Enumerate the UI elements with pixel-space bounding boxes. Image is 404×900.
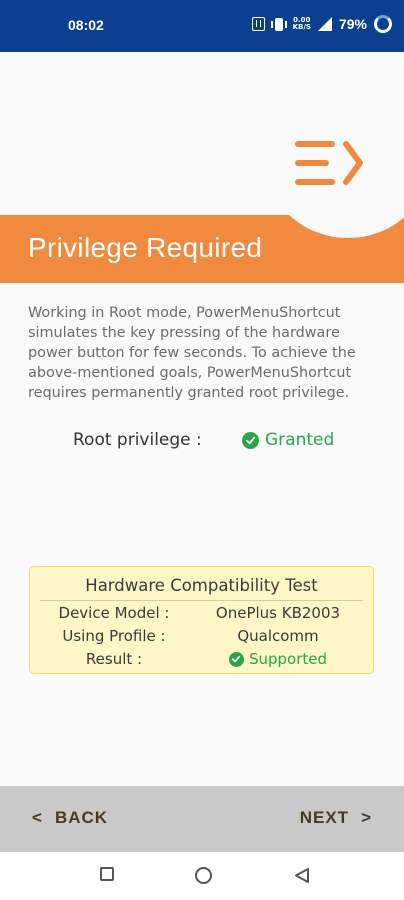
compatibility-card: Hardware Compatibility Test Device Model… <box>29 566 374 674</box>
nfc-icon <box>251 17 265 31</box>
menu-arrow-logo-icon <box>295 141 363 185</box>
home-icon[interactable] <box>195 867 212 884</box>
system-nav-bar <box>0 852 404 900</box>
recents-icon[interactable] <box>100 867 114 881</box>
next-arrow-icon: > <box>361 808 372 827</box>
back-button-label: BACK <box>54 808 109 827</box>
data-speed-indicator: 0.00 KB/S <box>293 17 311 31</box>
header-curve <box>268 215 404 238</box>
status-time: 08:02 <box>68 17 104 33</box>
status-bar: 08:02 0.00 KB/S 79% <box>0 0 404 52</box>
description-text: Working in Root mode, PowerMenuShortcut … <box>28 305 356 401</box>
bottom-nav-bar: < BACK NEXT > <box>0 786 404 852</box>
back-arrow-icon: < <box>32 808 43 827</box>
back-triangle-icon[interactable] <box>294 867 310 884</box>
using-profile-value: Qualcomm <box>237 627 319 645</box>
device-model-label: Device Model : <box>58 604 170 622</box>
battery-icon <box>374 15 392 33</box>
battery-percent: 79% <box>338 16 367 32</box>
next-button[interactable]: NEXT > <box>300 808 372 828</box>
check-circle-icon <box>228 651 244 667</box>
compatibility-title: Hardware Compatibility Test <box>85 576 318 595</box>
status-icons: 0.00 KB/S 79% <box>251 15 392 33</box>
root-privilege-label: Root privilege : <box>73 430 202 450</box>
result-label: Result : <box>85 650 143 668</box>
signal-icon <box>317 17 332 31</box>
back-button[interactable]: < BACK <box>32 808 108 828</box>
vibrate-icon <box>270 17 287 31</box>
device-model-value: OnePlus KB2003 <box>215 604 341 622</box>
root-privilege-status: Granted <box>242 430 334 450</box>
page-title: Privilege Required <box>28 232 263 263</box>
data-speed-unit: KB/S <box>292 23 311 31</box>
using-profile-label: Using Profile : <box>62 627 166 645</box>
root-status-text: Granted <box>265 430 335 450</box>
result-value: Supported <box>208 650 348 668</box>
check-circle-icon <box>242 431 259 449</box>
compatibility-divider <box>40 600 363 601</box>
result-value-text: Supported <box>248 650 328 668</box>
next-button-label: NEXT <box>299 808 350 827</box>
